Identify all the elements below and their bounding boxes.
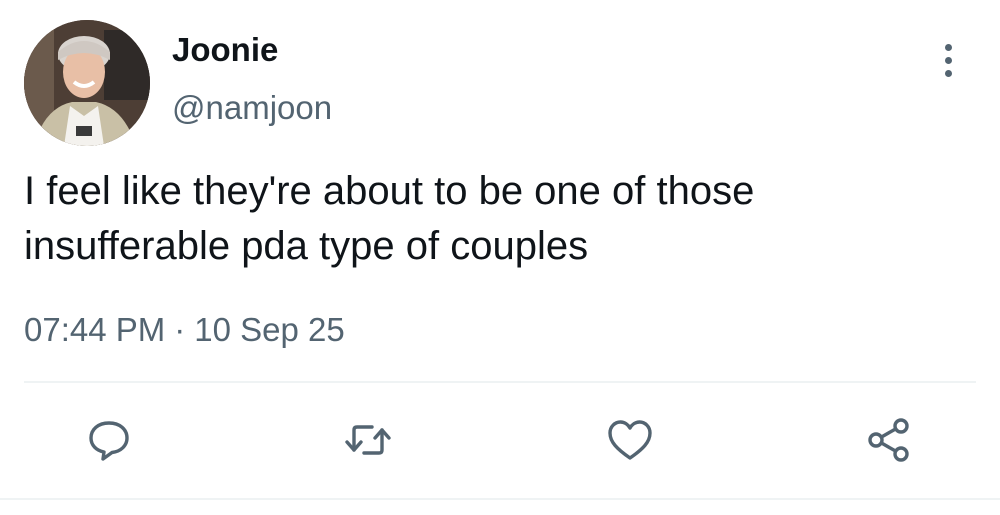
action-bar [0,410,1000,470]
tweet-text: I feel like they're about to be one of t… [24,169,755,268]
user-handle[interactable]: @namjoon [172,88,332,128]
share-icon [868,418,909,462]
more-vertical-icon [944,56,952,64]
bottom-border [0,498,1000,500]
share-button[interactable] [859,410,919,470]
more-vertical-icon [944,69,952,77]
tweet-meta: 07:44 PM · 10 Sep 25 [24,310,345,350]
retweet-icon [345,425,391,455]
avatar-image [24,20,150,146]
meta-separator: · [174,311,186,348]
heart-icon [608,420,652,460]
reply-button[interactable] [79,410,139,470]
tweet-date[interactable]: 10 Sep 25 [194,311,344,348]
more-vertical-icon [944,43,952,51]
display-name[interactable]: Joonie [172,30,278,70]
reply-icon [89,421,129,461]
more-options-button[interactable] [930,40,966,80]
avatar[interactable] [24,20,150,146]
retweet-button[interactable] [338,410,398,470]
tweet-card: Joonie @namjoon I feel like they're abou… [0,0,1000,515]
like-button[interactable] [600,410,660,470]
tweet-time[interactable]: 07:44 PM [24,311,165,348]
divider [24,381,976,383]
